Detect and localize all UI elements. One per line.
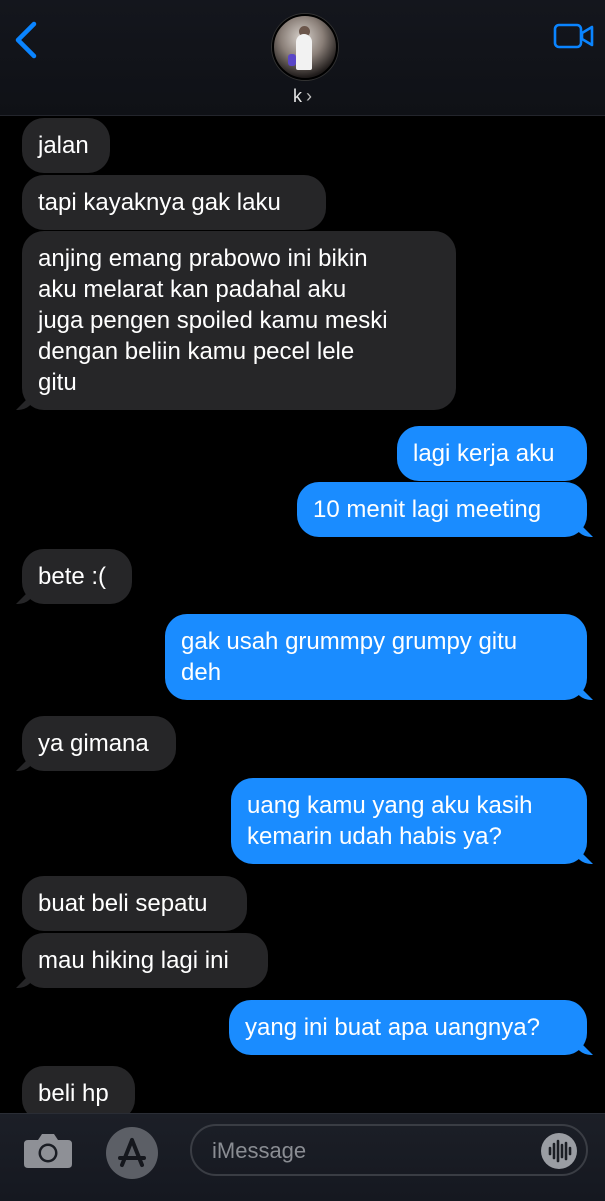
incoming-message[interactable]: anjing emang prabowo ini bikin aku melar…	[22, 231, 456, 410]
facetime-video-button[interactable]	[553, 22, 595, 50]
chevron-left-icon	[15, 21, 37, 59]
incoming-message[interactable]: tapi kayaknya gak laku	[22, 175, 326, 230]
message-input[interactable]	[210, 1134, 514, 1168]
contact-name-button[interactable]: k ›	[0, 86, 605, 107]
incoming-message[interactable]: buat beli sepatu	[22, 876, 247, 931]
incoming-message[interactable]: ya gimana	[22, 716, 176, 771]
camera-icon	[24, 1134, 72, 1168]
contact-avatar[interactable]	[272, 14, 338, 80]
message-input-field[interactable]	[190, 1124, 588, 1176]
waveform-icon	[548, 1139, 572, 1163]
audio-message-button[interactable]	[541, 1133, 577, 1169]
chevron-right-icon: ›	[306, 86, 312, 106]
outgoing-message[interactable]: yang ini buat apa uangnya?	[229, 1000, 587, 1055]
conversation-header: k ›	[0, 0, 605, 116]
app-store-button[interactable]	[106, 1127, 158, 1179]
outgoing-message[interactable]: gak usah grummpy grumpy gitu deh	[165, 614, 587, 700]
incoming-message[interactable]: mau hiking lagi ini	[22, 933, 268, 988]
outgoing-message[interactable]: uang kamu yang aku kasih kemarin udah ha…	[231, 778, 587, 864]
incoming-message[interactable]: jalan	[22, 118, 110, 173]
contact-name: k	[293, 86, 302, 106]
video-camera-icon	[553, 23, 594, 49]
outgoing-message[interactable]: 10 menit lagi meeting	[297, 482, 587, 537]
back-button[interactable]	[10, 20, 46, 60]
outgoing-message[interactable]: lagi kerja aku	[397, 426, 587, 481]
app-store-icon	[118, 1138, 146, 1167]
camera-button[interactable]	[22, 1130, 74, 1170]
incoming-message[interactable]: bete :(	[22, 549, 132, 604]
